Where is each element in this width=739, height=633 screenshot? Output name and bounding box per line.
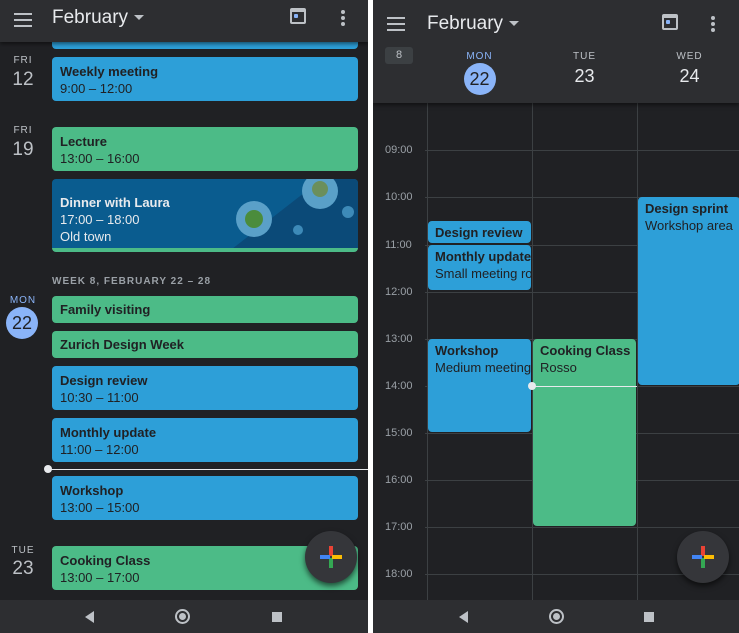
day-number: 19 [12, 139, 34, 160]
month-selector[interactable]: February [52, 7, 145, 29]
day-number: 12 [12, 69, 34, 90]
current-time-line [48, 469, 368, 470]
event-block[interactable]: Monthly updateSmall meeting room [428, 245, 531, 290]
recents-icon[interactable] [644, 612, 654, 622]
hour-label: 10:00 [385, 191, 413, 203]
today-day-number: 22 [463, 63, 496, 95]
event-card[interactable]: Workshop 13:00 – 15:00 [52, 476, 358, 520]
system-nav-bar [0, 600, 368, 633]
current-time-dot [528, 382, 536, 390]
day-column-header[interactable]: WED 24 [637, 0, 739, 87]
home-icon[interactable] [175, 609, 190, 624]
plus-icon [320, 546, 342, 568]
day-weekday: FRI [13, 125, 33, 136]
current-time-dot [44, 465, 52, 473]
event-card[interactable]: Family visiting [52, 296, 358, 323]
week-number-badge: 8 [385, 47, 413, 64]
day-column-header[interactable]: TUE 23 [532, 0, 637, 87]
current-time-line [532, 386, 637, 387]
hour-label: 13:00 [385, 333, 413, 345]
hour-label: 16:00 [385, 474, 413, 486]
recents-icon[interactable] [272, 612, 282, 622]
dropdown-caret-icon [134, 15, 145, 21]
hour-label: 14:00 [385, 380, 413, 392]
event-card[interactable]: Lecture 13:00 – 16:00 [52, 127, 358, 171]
event-card[interactable]: Design review 10:30 – 11:00 [52, 366, 358, 410]
today-day-number: 22 [6, 307, 38, 339]
event-block[interactable]: Design review [428, 221, 531, 243]
today-calendar-icon[interactable] [290, 8, 306, 24]
day-column-header[interactable]: MON 22 [427, 0, 532, 95]
app-bar: February [0, 0, 368, 42]
plus-icon [692, 546, 714, 568]
create-event-fab[interactable] [305, 531, 357, 583]
more-options-icon[interactable] [341, 10, 345, 26]
week-header: WEEK 8, FEBRUARY 22 – 28 [52, 276, 212, 287]
event-card-with-illustration[interactable]: Dinner with Laura 17:00 – 18:00 Old town [52, 179, 358, 252]
event-block[interactable]: WorkshopMedium meeting room [428, 339, 531, 432]
create-event-fab[interactable] [677, 531, 729, 583]
back-icon[interactable] [459, 611, 468, 623]
day-number: 23 [12, 558, 34, 579]
app-bar: February 8 MON 22 TUE 23 WED 24 [373, 0, 739, 103]
three-day-view-screen: 09:00 10:00 11:00 12:00 13:00 14:00 15:0… [373, 0, 739, 633]
day-weekday-today: MON [9, 295, 37, 306]
event-block[interactable]: Cooking Class Rosso [533, 339, 636, 526]
day-weekday: TUE [11, 545, 35, 556]
back-icon[interactable] [85, 611, 94, 623]
menu-icon[interactable] [14, 13, 32, 27]
hour-label: 15:00 [385, 427, 413, 439]
hour-label: 09:00 [385, 144, 413, 156]
month-title: February [52, 7, 129, 28]
system-nav-bar [373, 600, 739, 633]
hour-label: 12:00 [385, 286, 413, 298]
event-card[interactable]: Monthly update 11:00 – 12:00 [52, 418, 358, 462]
day-weekday: FRI [13, 55, 33, 66]
event-card[interactable]: Zurich Design Week [52, 331, 358, 358]
hour-label: 17:00 [385, 521, 413, 533]
event-block[interactable]: Design sprint Workshop area [638, 197, 739, 385]
menu-icon[interactable] [387, 17, 405, 31]
home-icon[interactable] [549, 609, 564, 624]
schedule-view-screen: February FRI 12 Weekly meeting 9:00 – 12:… [0, 0, 368, 633]
event-card[interactable]: Weekly meeting 9:00 – 12:00 [52, 57, 358, 101]
hour-label: 18:00 [385, 568, 413, 580]
hour-label: 11:00 [385, 239, 412, 251]
